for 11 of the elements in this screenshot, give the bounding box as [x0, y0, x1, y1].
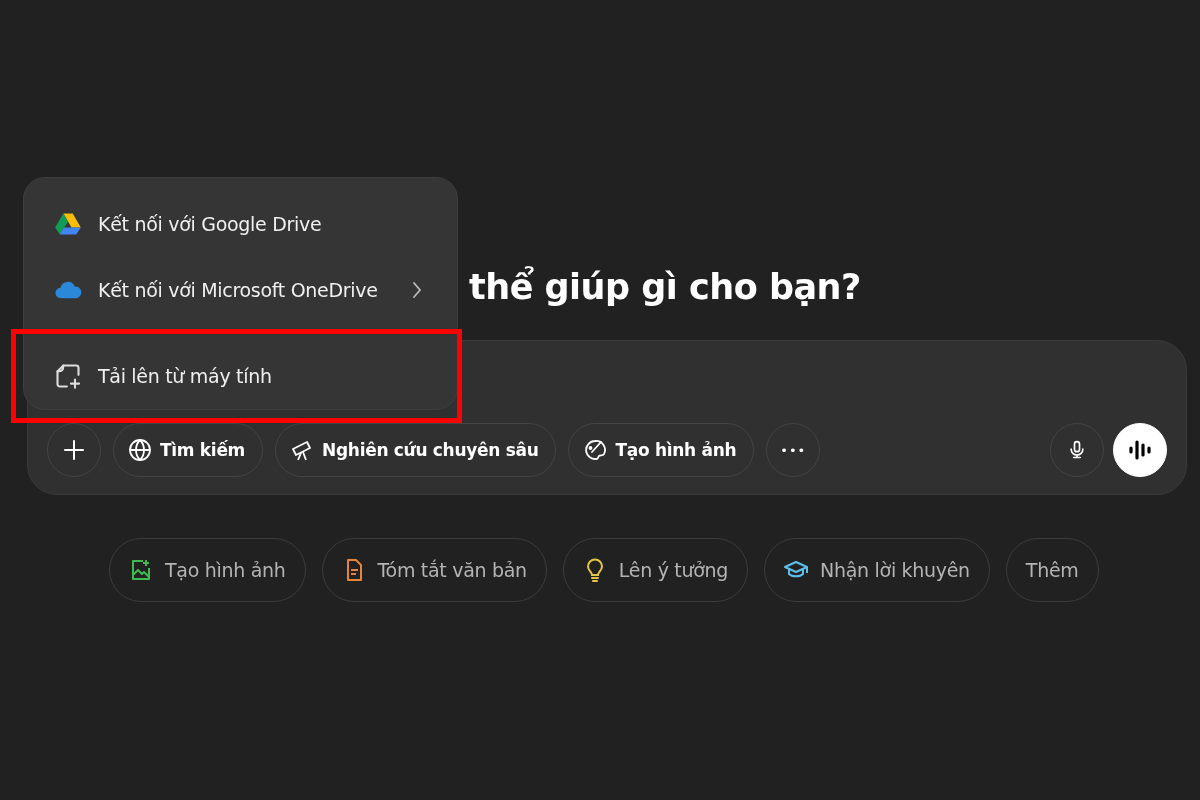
- microphone-icon: [1067, 440, 1087, 460]
- paint-palette-icon: [583, 438, 608, 462]
- chevron-right-icon: [411, 280, 423, 300]
- menu-item[interactable]: Tải lên từ máy tính: [24, 334, 457, 418]
- voice-mode-button[interactable]: [1113, 423, 1167, 477]
- heading: thể giúp gì cho bạn?: [469, 265, 861, 309]
- menu-item[interactable]: Kết nối với Microsoft OneDrive: [24, 257, 457, 323]
- menu-item[interactable]: Kết nối với Google Drive: [24, 191, 457, 257]
- globe-icon: [128, 438, 152, 462]
- plus-icon: [63, 439, 85, 461]
- upload-icon: [54, 362, 82, 390]
